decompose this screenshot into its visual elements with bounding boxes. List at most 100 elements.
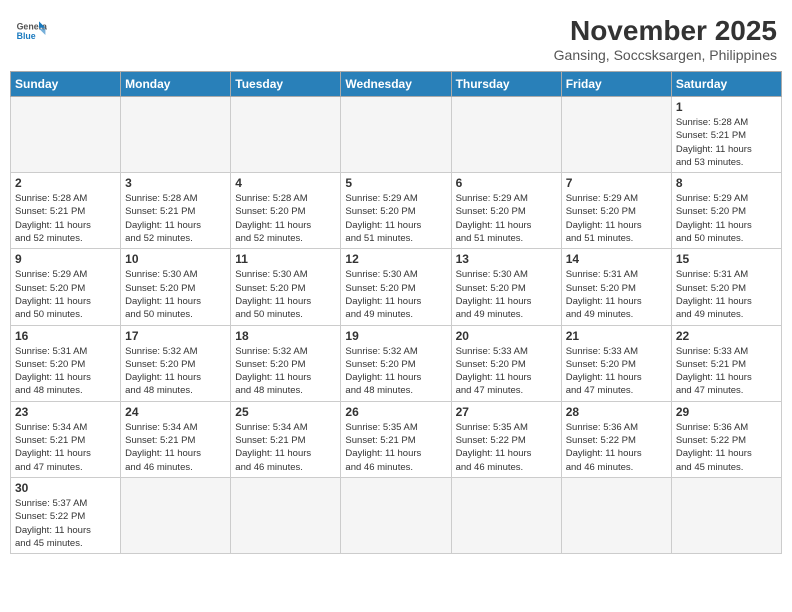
day-number: 14 [566, 252, 667, 266]
calendar-cell: 2 Sunrise: 5:28 AM Sunset: 5:21 PM Daylig… [11, 173, 121, 249]
cell-content: Sunrise: 5:28 AM Sunset: 5:20 PM Dayligh… [235, 192, 336, 245]
day-number: 19 [345, 329, 446, 343]
day-of-week-header: Saturday [671, 72, 781, 97]
calendar-cell: 25Sunrise: 5:34 AM Sunset: 5:21 PM Dayli… [231, 401, 341, 477]
calendar-cell: 15Sunrise: 5:31 AM Sunset: 5:20 PM Dayli… [671, 249, 781, 325]
day-number: 29 [676, 405, 777, 419]
calendar-week-row: 23 Sunrise: 5:34 AM Sunset: 5:21 PM Dayli… [11, 401, 782, 477]
calendar-cell [341, 477, 451, 553]
calendar-cell: 1 Sunrise: 5:28 AM Sunset: 5:21 PM Daylig… [671, 97, 781, 173]
day-number: 8 [676, 176, 777, 190]
calendar-cell: 8 Sunrise: 5:29 AM Sunset: 5:20 PM Daylig… [671, 173, 781, 249]
day-of-week-header: Friday [561, 72, 671, 97]
cell-content: Sunrise: 5:33 AM Sunset: 5:20 PM Dayligh… [456, 345, 557, 398]
cell-content: Sunrise: 5:36 AM Sunset: 5:22 PM Dayligh… [676, 421, 777, 474]
logo: General Blue [15, 15, 47, 47]
cell-content: Sunrise: 5:32 AM Sunset: 5:20 PM Dayligh… [235, 345, 336, 398]
cell-content: Sunrise: 5:36 AM Sunset: 5:22 PM Dayligh… [566, 421, 667, 474]
header: General Blue November 2025 Gansing, Socc… [10, 10, 782, 63]
day-of-week-header: Sunday [11, 72, 121, 97]
calendar-cell: 4Sunrise: 5:28 AM Sunset: 5:20 PM Daylig… [231, 173, 341, 249]
calendar-cell: 10 Sunrise: 5:30 AM Sunset: 5:20 PM Dayli… [121, 249, 231, 325]
day-number: 3 [125, 176, 226, 190]
calendar-cell: 7Sunrise: 5:29 AM Sunset: 5:20 PM Daylig… [561, 173, 671, 249]
cell-content: Sunrise: 5:35 AM Sunset: 5:22 PM Dayligh… [456, 421, 557, 474]
day-number: 16 [15, 329, 116, 343]
calendar-cell: 27 Sunrise: 5:35 AM Sunset: 5:22 PM Dayli… [451, 401, 561, 477]
calendar-header-row: SundayMondayTuesdayWednesdayThursdayFrid… [11, 72, 782, 97]
calendar-cell: 9 Sunrise: 5:29 AM Sunset: 5:20 PM Daylig… [11, 249, 121, 325]
calendar-cell [561, 477, 671, 553]
day-number: 23 [15, 405, 116, 419]
day-of-week-header: Wednesday [341, 72, 451, 97]
day-number: 6 [456, 176, 557, 190]
calendar-cell: 18 Sunrise: 5:32 AM Sunset: 5:20 PM Dayli… [231, 325, 341, 401]
calendar-cell: 23 Sunrise: 5:34 AM Sunset: 5:21 PM Dayli… [11, 401, 121, 477]
calendar-cell [231, 97, 341, 173]
cell-content: Sunrise: 5:29 AM Sunset: 5:20 PM Dayligh… [15, 268, 116, 321]
calendar-cell [451, 97, 561, 173]
cell-content: Sunrise: 5:32 AM Sunset: 5:20 PM Dayligh… [125, 345, 226, 398]
day-number: 18 [235, 329, 336, 343]
day-number: 25 [235, 405, 336, 419]
calendar-cell: 29 Sunrise: 5:36 AM Sunset: 5:22 PM Dayli… [671, 401, 781, 477]
cell-content: Sunrise: 5:28 AM Sunset: 5:21 PM Dayligh… [15, 192, 116, 245]
calendar-cell: 30Sunrise: 5:37 AM Sunset: 5:22 PM Dayli… [11, 477, 121, 553]
location-title: Gansing, Soccsksargen, Philippines [554, 47, 777, 63]
calendar-cell: 22 Sunrise: 5:33 AM Sunset: 5:21 PM Dayli… [671, 325, 781, 401]
cell-content: Sunrise: 5:28 AM Sunset: 5:21 PM Dayligh… [125, 192, 226, 245]
day-number: 11 [235, 252, 336, 266]
cell-content: Sunrise: 5:30 AM Sunset: 5:20 PM Dayligh… [235, 268, 336, 321]
calendar-cell [341, 97, 451, 173]
calendar-week-row: 30Sunrise: 5:37 AM Sunset: 5:22 PM Dayli… [11, 477, 782, 553]
day-number: 10 [125, 252, 226, 266]
calendar-week-row: 2 Sunrise: 5:28 AM Sunset: 5:21 PM Daylig… [11, 173, 782, 249]
cell-content: Sunrise: 5:29 AM Sunset: 5:20 PM Dayligh… [456, 192, 557, 245]
calendar-cell [11, 97, 121, 173]
day-number: 12 [345, 252, 446, 266]
calendar-cell [451, 477, 561, 553]
day-number: 2 [15, 176, 116, 190]
cell-content: Sunrise: 5:29 AM Sunset: 5:20 PM Dayligh… [676, 192, 777, 245]
calendar-cell: 24 Sunrise: 5:34 AM Sunset: 5:21 PM Dayli… [121, 401, 231, 477]
cell-content: Sunrise: 5:31 AM Sunset: 5:20 PM Dayligh… [15, 345, 116, 398]
day-number: 9 [15, 252, 116, 266]
day-number: 27 [456, 405, 557, 419]
calendar-cell: 12Sunrise: 5:30 AM Sunset: 5:20 PM Dayli… [341, 249, 451, 325]
logo-svg: General Blue [15, 15, 47, 47]
calendar-cell [671, 477, 781, 553]
cell-content: Sunrise: 5:29 AM Sunset: 5:20 PM Dayligh… [566, 192, 667, 245]
calendar-cell: 5 Sunrise: 5:29 AM Sunset: 5:20 PM Daylig… [341, 173, 451, 249]
calendar-cell: 16 Sunrise: 5:31 AM Sunset: 5:20 PM Dayli… [11, 325, 121, 401]
calendar-cell: 3 Sunrise: 5:28 AM Sunset: 5:21 PM Daylig… [121, 173, 231, 249]
day-number: 24 [125, 405, 226, 419]
calendar-week-row: 9 Sunrise: 5:29 AM Sunset: 5:20 PM Daylig… [11, 249, 782, 325]
calendar-cell [561, 97, 671, 173]
cell-content: Sunrise: 5:29 AM Sunset: 5:20 PM Dayligh… [345, 192, 446, 245]
cell-content: Sunrise: 5:31 AM Sunset: 5:20 PM Dayligh… [566, 268, 667, 321]
cell-content: Sunrise: 5:30 AM Sunset: 5:20 PM Dayligh… [456, 268, 557, 321]
svg-text:Blue: Blue [17, 31, 36, 41]
calendar-cell: 28 Sunrise: 5:36 AM Sunset: 5:22 PM Dayli… [561, 401, 671, 477]
title-area: November 2025 Gansing, Soccsksargen, Phi… [554, 15, 777, 63]
day-number: 15 [676, 252, 777, 266]
cell-content: Sunrise: 5:34 AM Sunset: 5:21 PM Dayligh… [125, 421, 226, 474]
cell-content: Sunrise: 5:28 AM Sunset: 5:21 PM Dayligh… [676, 116, 777, 169]
day-number: 1 [676, 100, 777, 114]
calendar-cell: 14 Sunrise: 5:31 AM Sunset: 5:20 PM Dayli… [561, 249, 671, 325]
day-number: 28 [566, 405, 667, 419]
cell-content: Sunrise: 5:34 AM Sunset: 5:21 PM Dayligh… [15, 421, 116, 474]
calendar-cell [121, 97, 231, 173]
day-number: 22 [676, 329, 777, 343]
day-of-week-header: Tuesday [231, 72, 341, 97]
day-of-week-header: Monday [121, 72, 231, 97]
calendar-cell: 20 Sunrise: 5:33 AM Sunset: 5:20 PM Dayli… [451, 325, 561, 401]
calendar-cell: 13Sunrise: 5:30 AM Sunset: 5:20 PM Dayli… [451, 249, 561, 325]
cell-content: Sunrise: 5:33 AM Sunset: 5:21 PM Dayligh… [676, 345, 777, 398]
day-number: 5 [345, 176, 446, 190]
cell-content: Sunrise: 5:30 AM Sunset: 5:20 PM Dayligh… [125, 268, 226, 321]
day-number: 20 [456, 329, 557, 343]
calendar-cell: 26Sunrise: 5:35 AM Sunset: 5:21 PM Dayli… [341, 401, 451, 477]
calendar-week-row: 1 Sunrise: 5:28 AM Sunset: 5:21 PM Daylig… [11, 97, 782, 173]
calendar-cell: 6 Sunrise: 5:29 AM Sunset: 5:20 PM Daylig… [451, 173, 561, 249]
